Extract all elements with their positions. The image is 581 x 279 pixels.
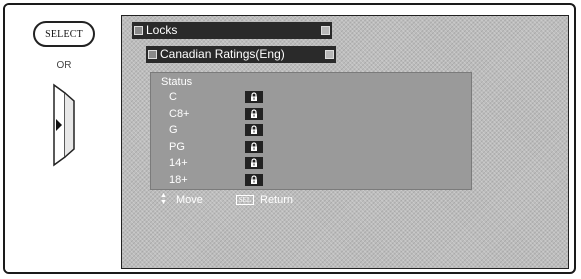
status-panel: Status C C8+ G PG 14+ 18+ bbox=[150, 72, 472, 190]
up-down-arrow-icon: ▲ ▼ bbox=[160, 192, 167, 206]
rating-row[interactable]: C8+ bbox=[169, 107, 289, 121]
sel-key-icon: SEL bbox=[236, 195, 254, 205]
instruction-frame: SELECT OR Locks Canadian Ratings(Eng) St… bbox=[3, 3, 576, 274]
rating-label: C8+ bbox=[169, 107, 190, 120]
remote-controls-panel: SELECT OR bbox=[5, 5, 123, 272]
rating-row[interactable]: G bbox=[169, 123, 289, 137]
rating-label: G bbox=[169, 124, 178, 136]
lock-icon[interactable] bbox=[245, 157, 263, 169]
return-label: Return bbox=[260, 194, 294, 206]
rating-row[interactable]: 14+ bbox=[169, 156, 289, 170]
navigation-footer: ▲ ▼ Move SEL Return bbox=[150, 192, 472, 208]
menu-title: Locks bbox=[146, 23, 178, 37]
rating-row[interactable]: PG bbox=[169, 140, 289, 154]
lock-icon[interactable] bbox=[245, 173, 263, 186]
status-header: Status bbox=[161, 76, 193, 88]
lock-icon[interactable] bbox=[245, 124, 263, 136]
menu-end-icon bbox=[321, 26, 330, 35]
tv-menu-screen: Locks Canadian Ratings(Eng) Status C C8+ G… bbox=[121, 15, 569, 269]
rating-label: PG bbox=[169, 140, 185, 153]
move-label: Move bbox=[176, 194, 203, 206]
rating-label: C bbox=[169, 91, 177, 103]
joystick-right-icon[interactable] bbox=[50, 83, 78, 167]
submenu-bar[interactable]: Canadian Ratings(Eng) bbox=[146, 46, 336, 63]
rating-label: 18+ bbox=[169, 173, 188, 186]
or-label: OR bbox=[56, 60, 72, 71]
rating-row[interactable]: C bbox=[169, 90, 289, 104]
submenu-bullet-icon bbox=[148, 50, 157, 59]
rating-row[interactable]: 18+ bbox=[169, 173, 289, 187]
lock-icon[interactable] bbox=[245, 107, 263, 120]
lock-icon[interactable] bbox=[245, 140, 263, 153]
select-button[interactable]: SELECT bbox=[33, 21, 95, 47]
lock-icon[interactable] bbox=[245, 91, 263, 103]
menu-title-bar[interactable]: Locks bbox=[132, 22, 332, 39]
rating-label: 14+ bbox=[169, 157, 188, 169]
menu-bullet-icon bbox=[134, 26, 143, 35]
submenu-title: Canadian Ratings(Eng) bbox=[160, 47, 285, 61]
submenu-end-icon bbox=[325, 50, 334, 59]
